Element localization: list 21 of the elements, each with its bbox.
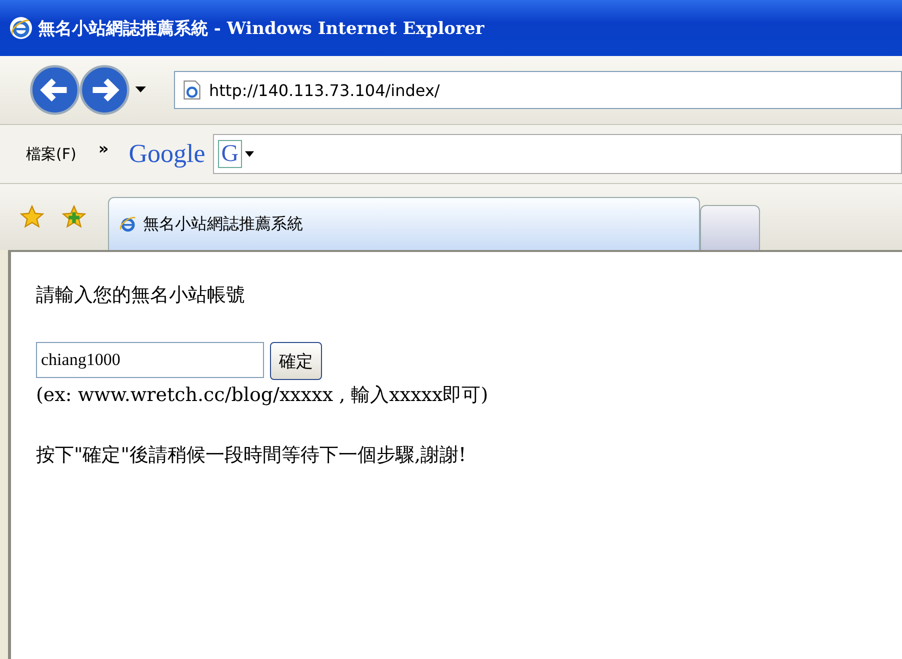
more-chevron[interactable]: »	[98, 139, 109, 158]
google-button[interactable]: G	[218, 140, 242, 168]
file-menu[interactable]: 檔案(F)	[26, 144, 76, 164]
page-icon	[183, 80, 201, 100]
browser-tab[interactable]: 無名小站網誌推薦系統	[108, 197, 700, 250]
add-favorite-icon[interactable]	[62, 205, 86, 229]
browser-logo-icon	[10, 17, 32, 39]
submit-button[interactable]: 確定	[270, 342, 322, 380]
browser-logo-icon	[119, 214, 137, 234]
google-logo: Google	[128, 139, 206, 169]
new-tab-button[interactable]	[700, 205, 760, 250]
google-search-field[interactable]: G	[213, 134, 902, 174]
url-text: http://140.113.73.104/index/	[209, 80, 440, 100]
instruction-text: 請輸入您的無名小站帳號	[36, 283, 246, 308]
hint-text: (ex: www.wretch.cc/blog/xxxxx , 輸入xxxxx即可)	[36, 383, 490, 408]
notice-text: 按下"確定"後請稍候一段時間等待下一個步驟,謝謝!	[36, 443, 468, 468]
account-field[interactable]: chiang1000	[36, 342, 264, 378]
window-title: 無名小站網誌推薦系統 - Windows Internet Explorer	[38, 18, 484, 40]
address-field[interactable]: http://140.113.73.104/index/	[174, 71, 902, 109]
star-icon[interactable]	[20, 205, 44, 229]
caret-icon[interactable]	[244, 151, 254, 157]
